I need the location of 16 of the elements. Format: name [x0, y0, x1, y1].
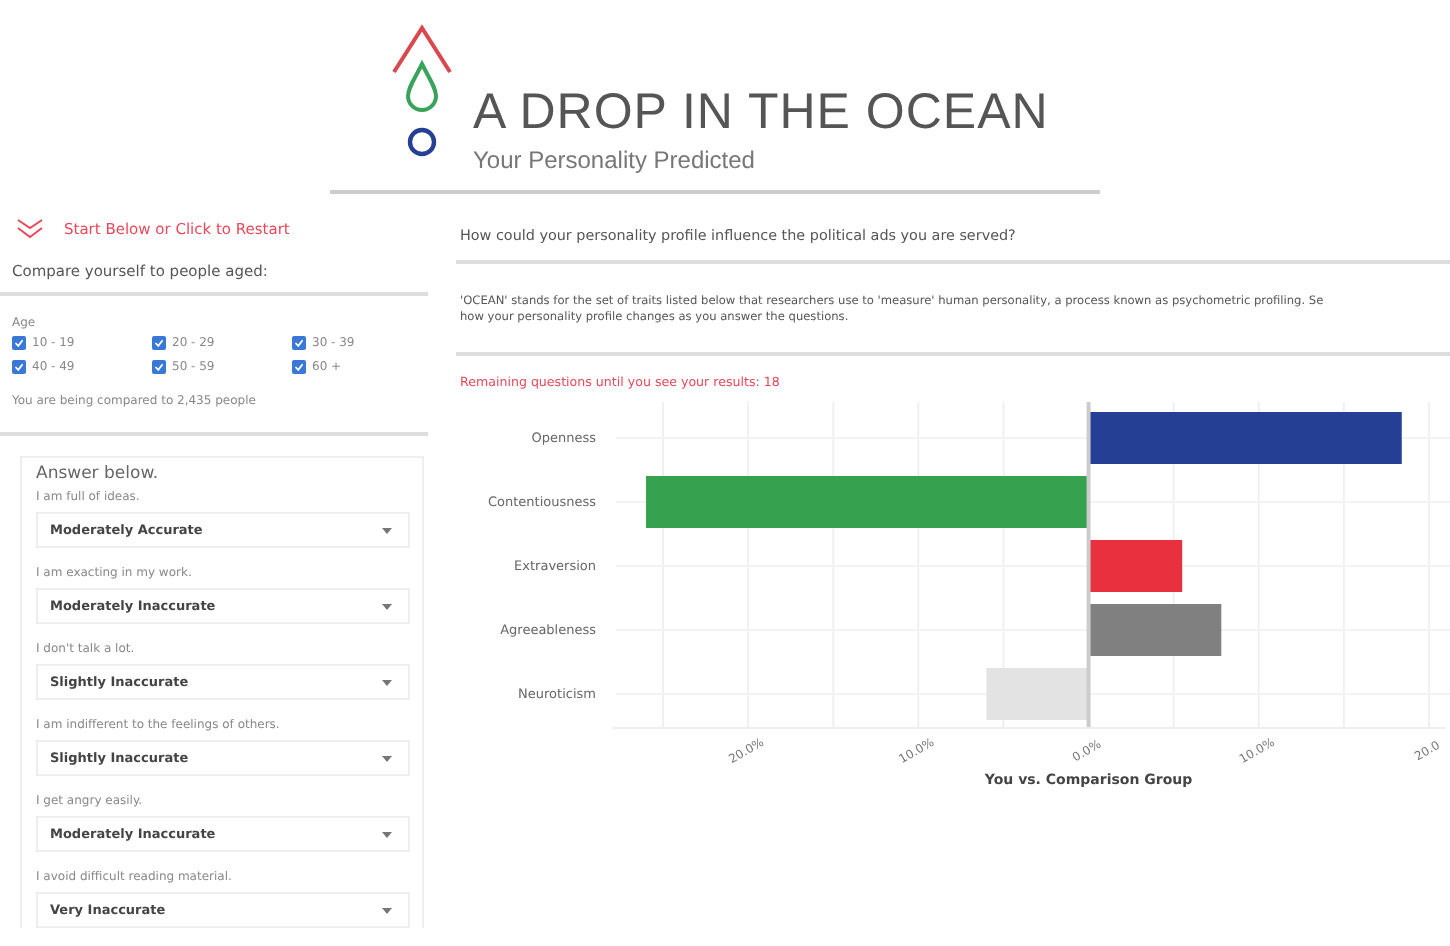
checkbox[interactable]	[12, 336, 26, 350]
checkbox[interactable]	[12, 360, 26, 374]
caret-icon	[382, 755, 392, 761]
double-chevron-icon	[16, 218, 44, 240]
caret-icon	[382, 907, 392, 913]
caret-icon	[382, 527, 392, 533]
answers-heading: Answer below.	[36, 464, 161, 484]
site-title: A DROP IN THE OCEAN	[473, 88, 1049, 138]
caret-icon	[382, 679, 392, 685]
caret-icon	[382, 831, 392, 837]
checkbox[interactable]	[152, 360, 166, 374]
checkbox[interactable]	[292, 360, 306, 374]
site-subtitle: Your Personality Predicted	[473, 146, 757, 174]
checkbox[interactable]	[292, 336, 306, 350]
checkbox[interactable]	[152, 336, 166, 350]
caret-icon	[382, 603, 392, 609]
